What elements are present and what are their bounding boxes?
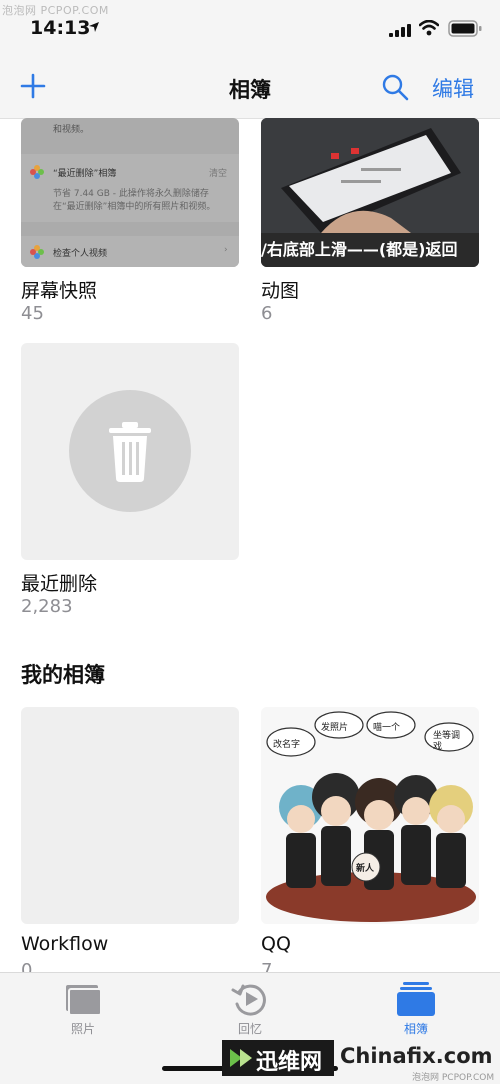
search-icon[interactable] (381, 73, 409, 101)
photos-tab-icon (66, 985, 102, 1016)
gif-caption: /右底部上滑——(都是)返回 (261, 233, 479, 267)
album-label: 最近删除 (21, 573, 98, 595)
watermark-en: Chinafix.com (340, 1044, 493, 1068)
wifi-icon (419, 20, 439, 36)
album-count: 45 (21, 303, 44, 324)
photos-app-icon (30, 245, 44, 259)
trash-icon (69, 390, 191, 512)
speech-bubble-text: 发照片 (321, 723, 349, 733)
album-count: 2,283 (21, 596, 73, 617)
speech-bubble-text: 喵一个 (373, 723, 401, 733)
edit-button[interactable]: 编辑 (432, 73, 474, 103)
album-count: 0 (21, 960, 33, 972)
speech-bubble-text: 坐等调戏 (433, 731, 461, 752)
album-label: 动图 (261, 280, 300, 302)
thumb-row-recently-deleted: “最近删除”相簿 清空 节省 7.44 GB - 此操作将永久删除储存在“最近删… (21, 154, 239, 222)
thumb-row-title: 检查个人视频 (53, 249, 108, 259)
thumb-row-action: 清空 (209, 169, 228, 179)
watermark-sub: 泡泡网 PCPOP.COM (412, 1073, 495, 1083)
watermark-top: 泡泡网 PCPOP.COM (2, 4, 109, 17)
album-thumbnail-gifs[interactable]: /右底部上滑——(都是)返回 (261, 118, 479, 267)
album-thumbnail-qq[interactable]: 改名字 发照片 喵一个 坐等调戏 新人 (261, 707, 479, 924)
watermark-cn: 迅维网 (256, 1050, 323, 1075)
chinafix-logo-icon (230, 1049, 252, 1067)
thumb-row-check-videos: 检查个人视频 › (21, 236, 239, 267)
album-thumbnail-workflow[interactable] (21, 707, 239, 924)
album-label: QQ (261, 933, 291, 955)
speech-bubble-text: 改名字 (273, 740, 301, 750)
album-label: Workflow (21, 933, 109, 955)
chinafix-watermark: 迅维网 Chinafix.com 泡泡网 PCPOP.COM (222, 1040, 500, 1083)
memories-tab-icon (231, 984, 266, 1016)
section-title-my-albums: 我的相簿 (21, 663, 105, 687)
album-label: 屏幕快照 (21, 280, 98, 302)
album-count: 7 (261, 960, 273, 972)
location-arrow-icon (89, 22, 99, 32)
tab-memories[interactable]: 回忆 (210, 978, 290, 1038)
photos-app-icon (30, 165, 44, 179)
newbie-badge: 新人 (356, 864, 375, 874)
album-count: 6 (261, 303, 273, 324)
battery-icon (448, 20, 482, 37)
album-thumbnail-recently-deleted[interactable] (21, 343, 239, 560)
phone-in-hand-image (261, 118, 479, 233)
album-thumbnail-screenshots[interactable]: 和视频。 “最近删除”相簿 清空 节省 7.44 GB - 此操作将永久删除储存… (21, 118, 239, 267)
status-time: 14:13 (30, 17, 91, 39)
tab-label: 照片 (70, 1022, 95, 1036)
cellular-signal-icon (389, 24, 411, 37)
chevron-right-icon: › (224, 245, 228, 255)
thumb-row-desc: 节省 7.44 GB - 此操作将永久删除储存在“最近删除”相簿中的所有照片和视… (53, 189, 216, 212)
page-title: 相簿 (229, 78, 271, 102)
tab-label: 回忆 (237, 1022, 262, 1036)
tab-albums[interactable]: 相簿 (376, 978, 456, 1038)
tab-label: 相簿 (403, 1022, 428, 1036)
albums-tab-icon (397, 982, 435, 1016)
thumb-text: 和视频。 (53, 125, 90, 135)
thumb-row-title: “最近删除”相簿 (53, 169, 117, 179)
tab-photos[interactable]: 照片 (43, 978, 123, 1038)
